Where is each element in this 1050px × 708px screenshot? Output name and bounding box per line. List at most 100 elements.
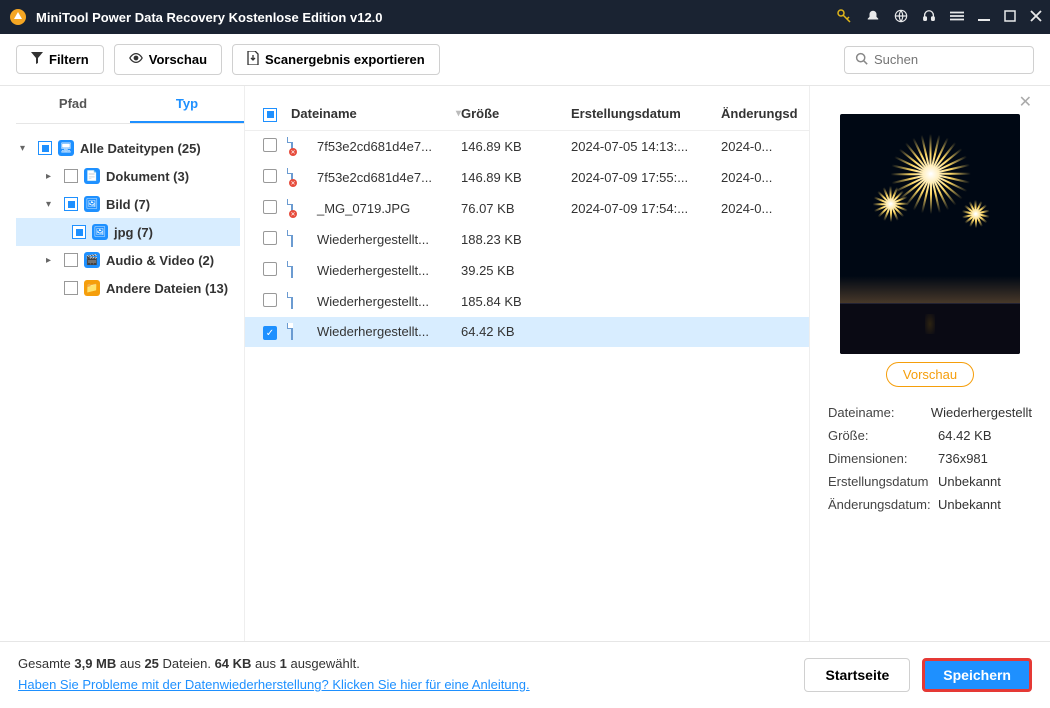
checkbox[interactable]	[64, 197, 78, 211]
file-icon	[291, 262, 307, 278]
table-header: Dateiname▾ Größe Erstellungsdatum Änderu…	[245, 98, 809, 131]
bell-icon[interactable]	[866, 9, 880, 26]
file-icon: ✕	[291, 138, 307, 154]
cell-name: ✕_MG_0719.JPG	[291, 200, 461, 216]
headset-icon[interactable]	[922, 9, 936, 26]
checkbox[interactable]	[72, 225, 86, 239]
tree-node-image[interactable]: ▾ 🖼 Bild (7)	[16, 190, 240, 218]
document-icon: 📄	[84, 168, 100, 184]
globe-icon[interactable]	[894, 9, 908, 26]
file-icon	[291, 231, 307, 247]
meta-value: 736x981	[938, 451, 988, 466]
status-text: Gesamte 3,9 MB aus 25 Dateien. 64 KB aus…	[18, 654, 530, 696]
preview-thumbnail	[840, 114, 1020, 354]
cell-size: 188.23 KB	[461, 232, 571, 247]
preview-label: Vorschau	[149, 52, 207, 67]
export-button[interactable]: Scanergebnis exportieren	[232, 44, 440, 75]
folder-icon: 📁	[84, 280, 100, 296]
home-button[interactable]: Startseite	[804, 658, 910, 692]
search-input[interactable]	[844, 46, 1034, 74]
row-checkbox[interactable]: ✓	[263, 326, 277, 340]
key-icon[interactable]	[836, 8, 852, 27]
tree-label: Dokument (3)	[106, 169, 189, 184]
chevron-down-icon: ▾	[20, 143, 32, 154]
row-checkbox[interactable]	[263, 200, 277, 214]
row-checkbox[interactable]	[263, 169, 277, 183]
table-row[interactable]: Wiederhergestellt...188.23 KB	[245, 224, 809, 255]
preview-panel: ✕ Vorschau Dateiname:Wiederhergestellt G…	[810, 86, 1050, 641]
column-name[interactable]: Dateiname▾	[291, 106, 461, 121]
row-checkbox[interactable]	[263, 231, 277, 245]
table-row[interactable]: Wiederhergestellt...39.25 KB	[245, 255, 809, 286]
monitor-icon: 🖥	[58, 140, 74, 156]
image-icon: 🖼	[84, 196, 100, 212]
tree-node-document[interactable]: ▸ 📄 Dokument (3)	[16, 162, 240, 190]
table-row[interactable]: ✓Wiederhergestellt...64.42 KB	[245, 317, 809, 348]
cell-created: 2024-07-09 17:55:...	[571, 170, 721, 185]
title-bar: MiniTool Power Data Recovery Kostenlose …	[0, 0, 1050, 34]
table-row[interactable]: ✕7f53e2cd681d4e7...146.89 KB2024-07-05 1…	[245, 131, 809, 162]
cell-created: 2024-07-05 14:13:...	[571, 139, 721, 154]
cell-name: ✕7f53e2cd681d4e7...	[291, 138, 461, 154]
jpg-icon: 🖼	[92, 224, 108, 240]
close-preview-icon[interactable]: ✕	[1019, 92, 1032, 112]
menu-icon[interactable]	[950, 9, 964, 26]
preview-button[interactable]: Vorschau	[114, 44, 222, 75]
close-icon[interactable]	[1030, 10, 1042, 25]
save-button[interactable]: Speichern	[922, 658, 1032, 692]
eye-icon	[129, 51, 143, 68]
meta-value: Unbekannt	[938, 497, 1001, 512]
meta-label: Dimensionen:	[828, 451, 938, 466]
minimize-icon[interactable]	[978, 10, 990, 25]
table-row[interactable]: Wiederhergestellt...185.84 KB	[245, 286, 809, 317]
tree-label: Bild (7)	[106, 197, 150, 212]
tree-node-all[interactable]: ▾ 🖥 Alle Dateitypen (25)	[16, 134, 240, 162]
file-list-panel: Dateiname▾ Größe Erstellungsdatum Änderu…	[244, 86, 810, 641]
tree-node-jpg[interactable]: 🖼 jpg (7)	[16, 218, 240, 246]
sidebar: Pfad Typ ▾ 🖥 Alle Dateitypen (25) ▸ 📄 Do…	[0, 86, 244, 641]
window-title: MiniTool Power Data Recovery Kostenlose …	[36, 10, 836, 25]
row-checkbox[interactable]	[263, 138, 277, 152]
meta-value: Unbekannt	[938, 474, 1001, 489]
export-icon	[247, 51, 259, 68]
cell-modified: 2024-0...	[721, 201, 791, 216]
maximize-icon[interactable]	[1004, 10, 1016, 25]
meta-value: 64.42 KB	[938, 428, 992, 443]
search-icon	[855, 52, 868, 68]
footer: Gesamte 3,9 MB aus 25 Dateien. 64 KB aus…	[0, 641, 1050, 708]
tab-type[interactable]: Typ	[130, 86, 244, 123]
filter-icon	[31, 52, 43, 67]
meta-value: Wiederhergestellt	[931, 405, 1032, 420]
cell-name: ✕7f53e2cd681d4e7...	[291, 169, 461, 185]
chevron-down-icon: ▾	[46, 199, 58, 210]
column-size[interactable]: Größe	[461, 106, 571, 121]
checkbox[interactable]	[38, 141, 52, 155]
meta-label: Dateiname:	[828, 405, 931, 420]
help-link[interactable]: Haben Sie Probleme mit der Datenwiederhe…	[18, 677, 530, 692]
search-field[interactable]	[874, 52, 1023, 67]
select-all-checkbox[interactable]	[263, 108, 277, 122]
file-icon	[291, 293, 307, 309]
table-row[interactable]: ✕7f53e2cd681d4e7...146.89 KB2024-07-09 1…	[245, 162, 809, 193]
cell-size: 146.89 KB	[461, 139, 571, 154]
row-checkbox[interactable]	[263, 262, 277, 276]
tree-node-audiovideo[interactable]: ▸ 🎬 Audio & Video (2)	[16, 246, 240, 274]
tree-label: Audio & Video (2)	[106, 253, 214, 268]
checkbox[interactable]	[64, 169, 78, 183]
cell-size: 39.25 KB	[461, 263, 571, 278]
audio-video-icon: 🎬	[84, 252, 100, 268]
cell-name: Wiederhergestellt...	[291, 293, 461, 309]
tree-label: Andere Dateien (13)	[106, 281, 228, 296]
row-checkbox[interactable]	[263, 293, 277, 307]
cell-name: Wiederhergestellt...	[291, 324, 461, 340]
checkbox[interactable]	[64, 281, 78, 295]
preview-open-button[interactable]: Vorschau	[886, 362, 974, 387]
column-created[interactable]: Erstellungsdatum	[571, 106, 721, 121]
filter-button[interactable]: Filtern	[16, 45, 104, 74]
cell-size: 76.07 KB	[461, 201, 571, 216]
tab-path[interactable]: Pfad	[16, 86, 130, 123]
tree-node-other[interactable]: 📁 Andere Dateien (13)	[16, 274, 240, 302]
checkbox[interactable]	[64, 253, 78, 267]
table-row[interactable]: ✕_MG_0719.JPG76.07 KB2024-07-09 17:54:..…	[245, 193, 809, 224]
column-modified[interactable]: Änderungsd	[721, 106, 791, 121]
